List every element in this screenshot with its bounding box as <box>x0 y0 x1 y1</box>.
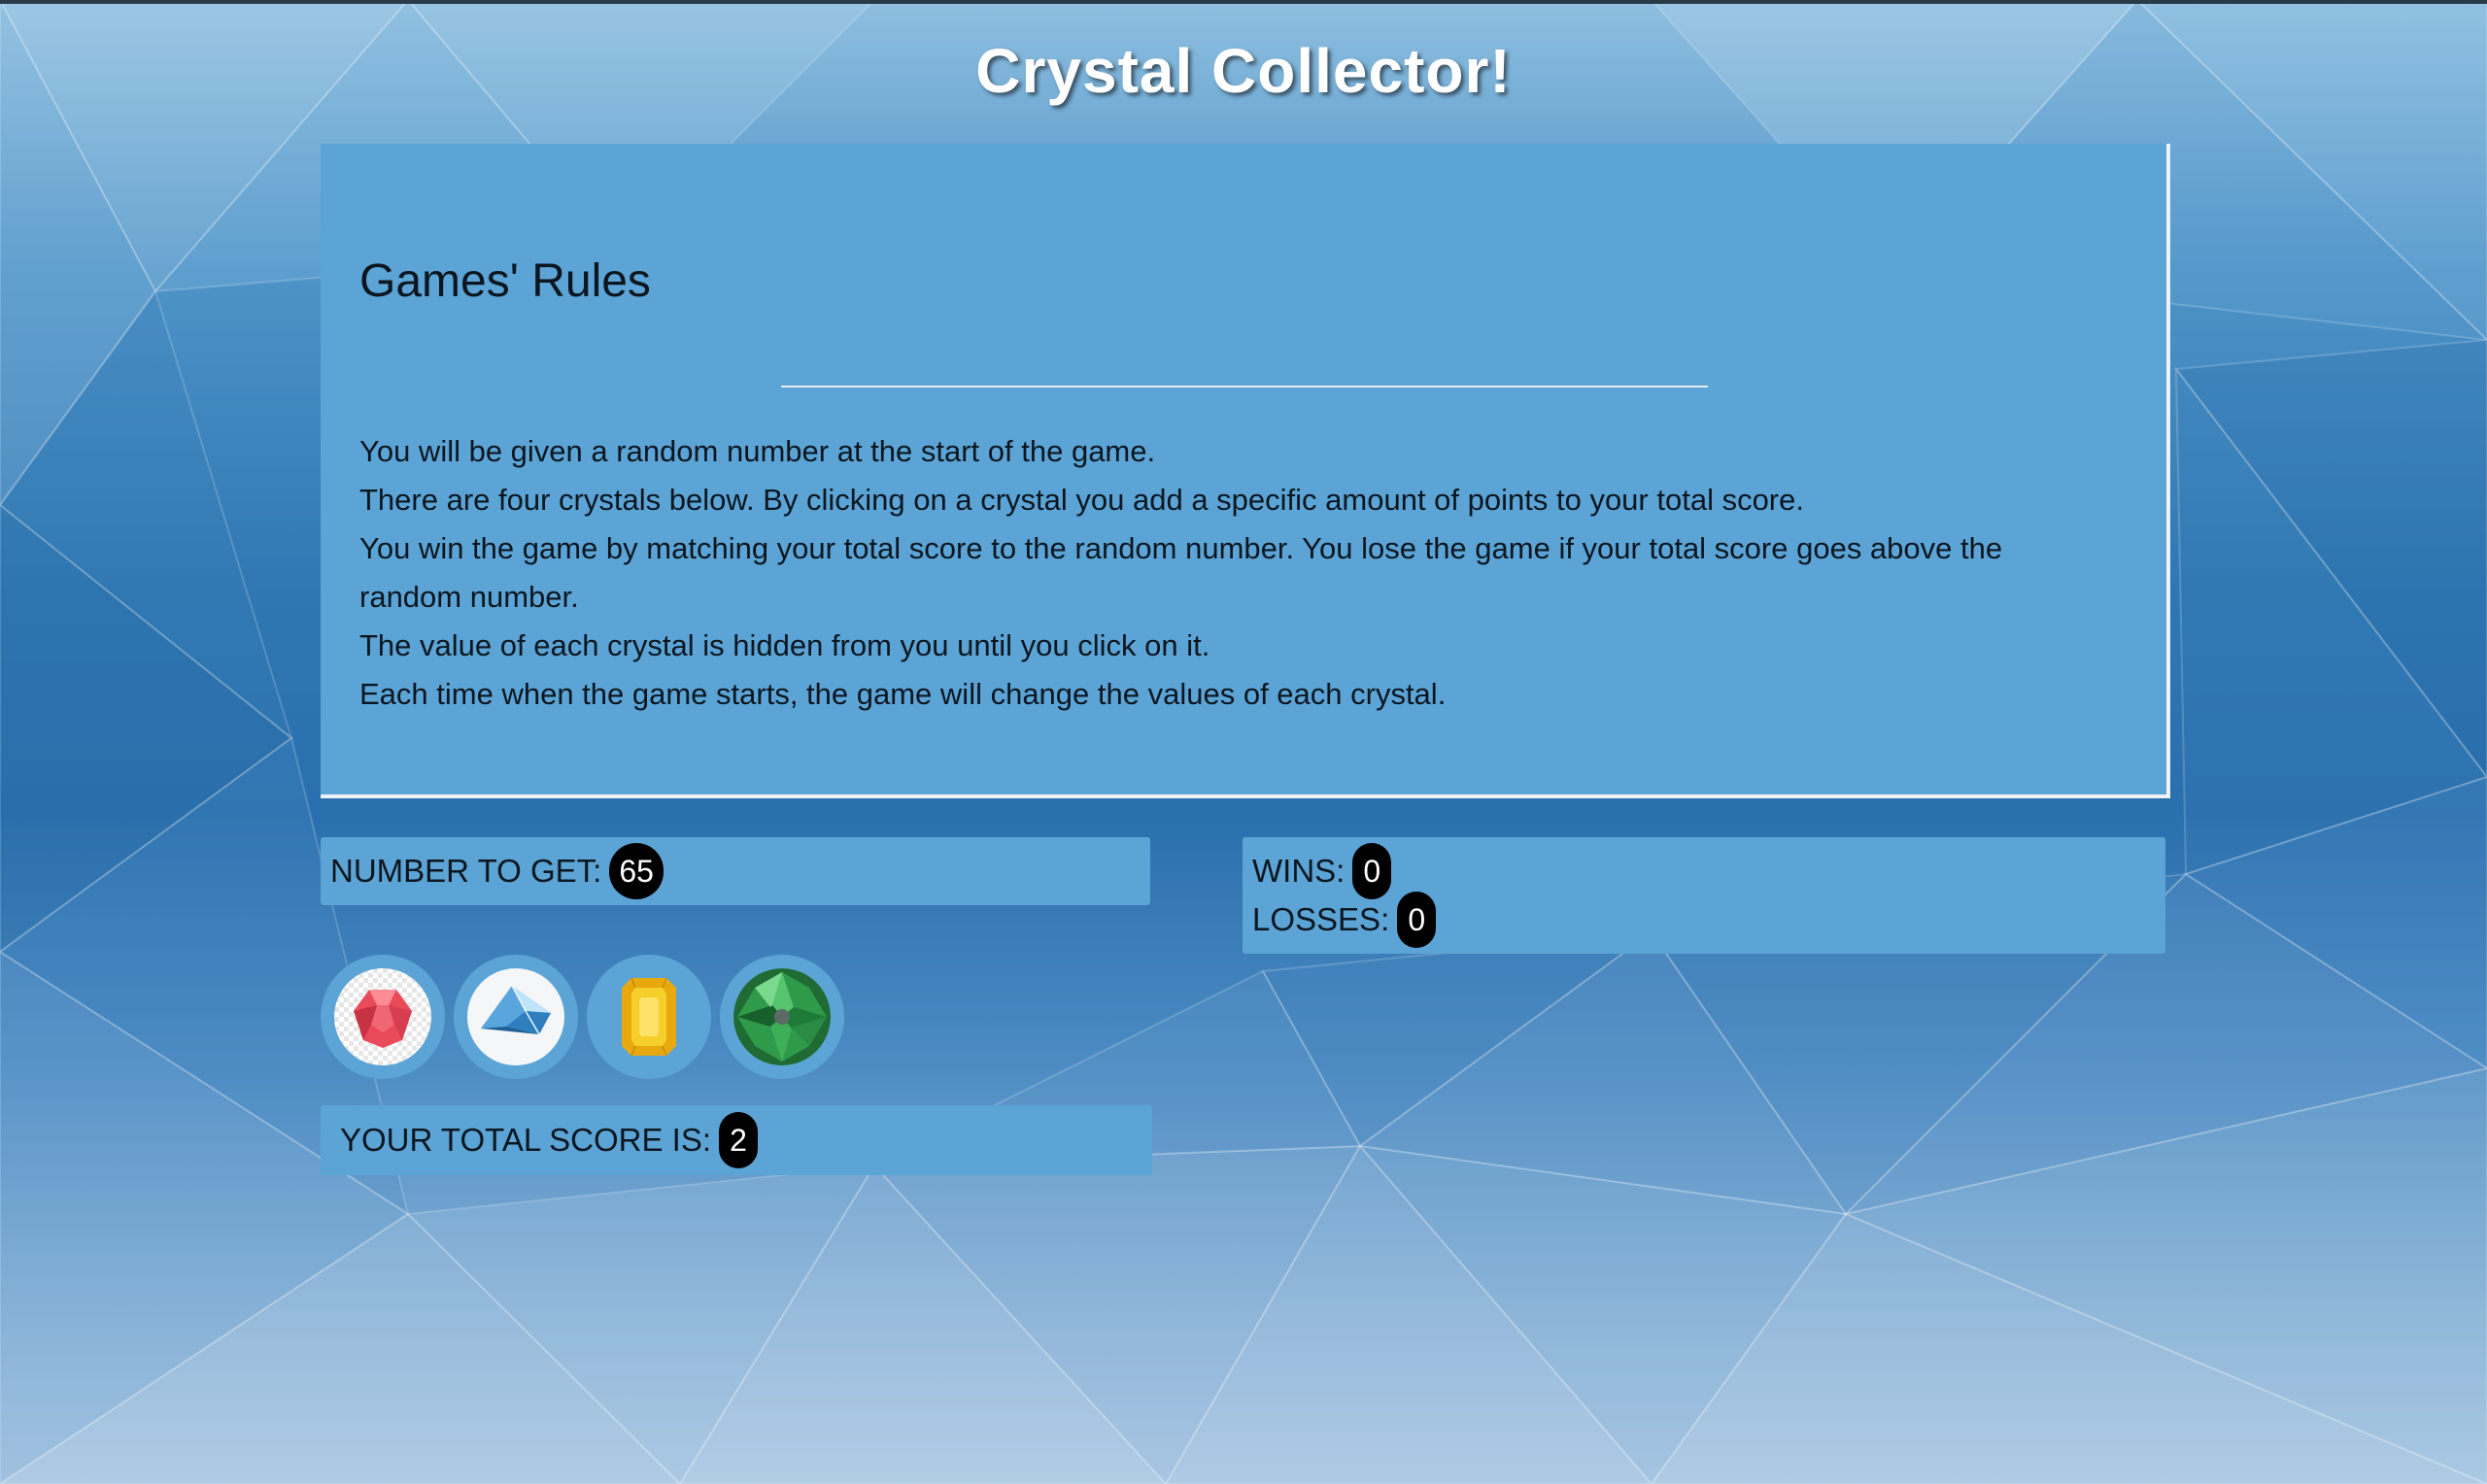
red-crystal-icon <box>334 968 431 1065</box>
rules-divider <box>781 386 1708 388</box>
blue-diamond-icon <box>467 968 564 1065</box>
rules-list: You will be given a random number at the… <box>359 427 2108 719</box>
crystal-button-yellow[interactable] <box>587 955 711 1079</box>
rule-item: Each time when the game starts, the game… <box>359 677 1447 711</box>
losses-label: LOSSES: <box>1252 901 1390 937</box>
crystal-button-green[interactable] <box>720 955 844 1079</box>
total-score-box: YOUR TOTAL SCORE IS: 2 <box>321 1105 1152 1175</box>
rule-item: The value of each crystal is hidden from… <box>359 628 1210 662</box>
rule-item: You will be given a random number at the… <box>359 434 1156 468</box>
target-number-label: NUMBER TO GET: <box>330 853 602 889</box>
yellow-crystal-icon <box>600 968 698 1065</box>
top-border <box>0 0 2487 4</box>
rule-item: You win the game by matching your total … <box>359 531 2003 614</box>
wins-losses-box: WINS: 0 LOSSES: 0 <box>1243 837 2165 954</box>
page-title: Crystal Collector! <box>975 36 1512 106</box>
green-crystal-icon <box>733 968 831 1065</box>
rule-item: There are four crystals below. By clicki… <box>359 483 1804 517</box>
wins-badge: 0 <box>1352 843 1392 899</box>
target-number-badge: 65 <box>609 843 664 899</box>
target-number-box: NUMBER TO GET: 65 <box>321 837 1150 905</box>
losses-badge: 0 <box>1397 892 1437 948</box>
crystal-button-red[interactable] <box>321 955 445 1079</box>
game-page: Crystal Collector! Games' Rules You will… <box>0 0 2487 1484</box>
total-score-label: YOUR TOTAL SCORE IS: <box>340 1122 712 1158</box>
wins-label: WINS: <box>1252 853 1346 889</box>
rules-panel: Games' Rules You will be given a random … <box>321 144 2170 798</box>
total-score-badge: 2 <box>719 1112 759 1168</box>
crystal-button-blue[interactable] <box>454 955 578 1079</box>
rules-heading: Games' Rules <box>359 255 651 307</box>
